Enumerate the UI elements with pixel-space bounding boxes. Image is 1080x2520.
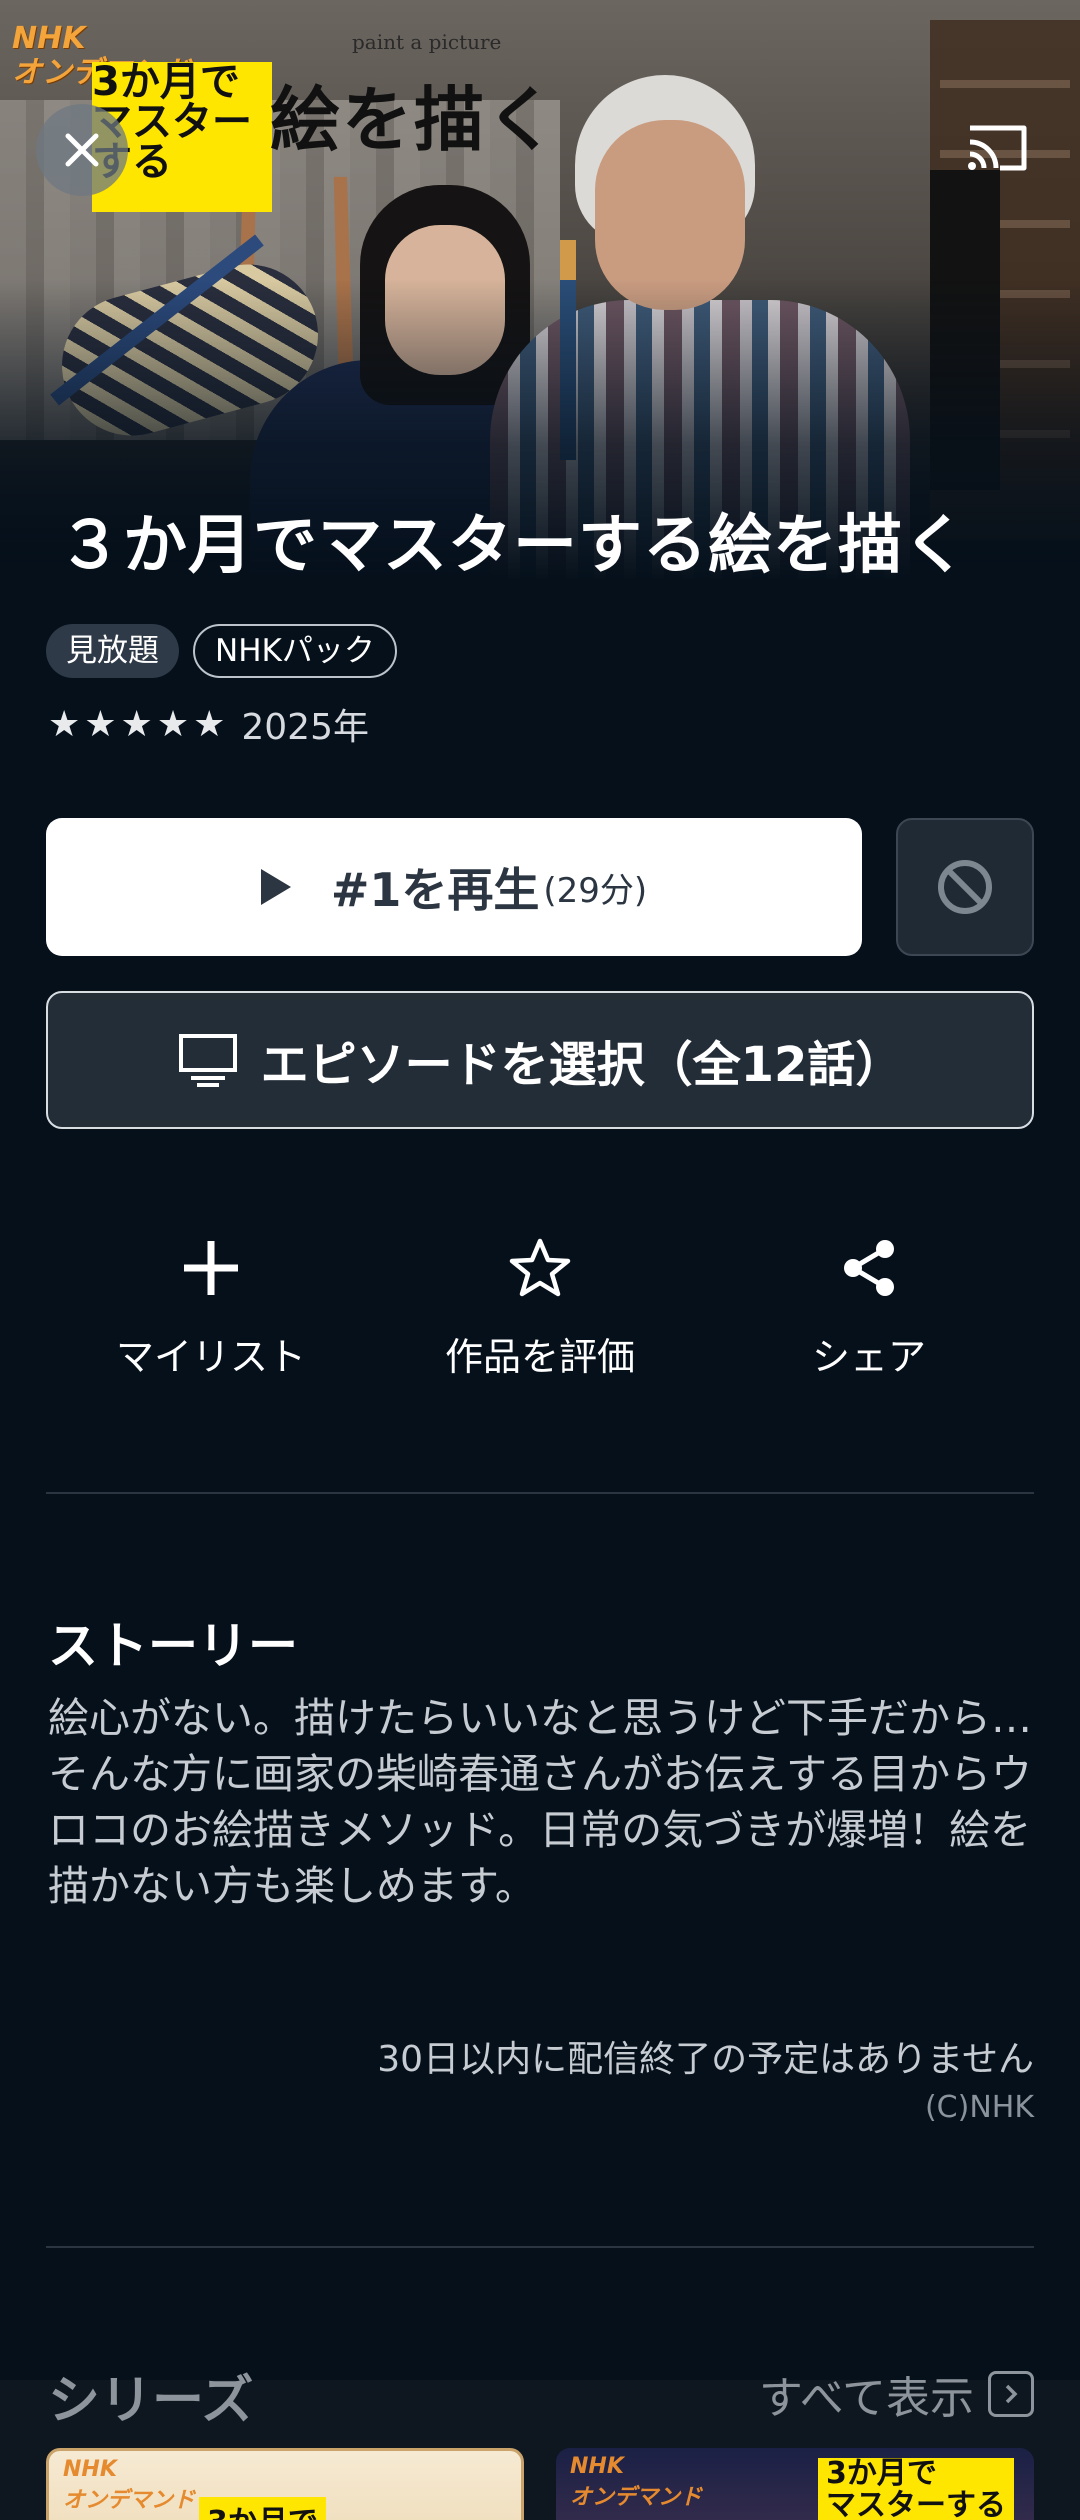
copyright: (C)NHK [924, 2090, 1034, 2125]
series-thumbnail[interactable]: NHK オンデマンド 3か月で [46, 2448, 524, 2520]
tag-unlimited: 見放題 [46, 624, 179, 678]
mylist-label: マイリスト [115, 1335, 306, 1379]
story-body: 絵心がない。描けたらいいなと思うけど下手だから…そんな方に画家の柴崎春通さんがお… [48, 1694, 1032, 1910]
share-button[interactable]: シェア [719, 1228, 1019, 1381]
tag-nhk-pack: NHKパック [193, 624, 397, 678]
action-row: マイリスト 作品を評価 シェア [46, 1228, 1034, 1388]
logo-paint-text: paint a picture [345, 30, 508, 56]
divider [46, 2246, 1034, 2248]
page-title: ３か月でマスターする絵を描く [58, 509, 968, 583]
availability-notice: 30日以内に配信終了の予定はありません [377, 2039, 1034, 2080]
rating-row: ★★★★★ 2025年 [48, 698, 369, 750]
hide-button[interactable] [896, 818, 1034, 956]
episode-select-button[interactable]: エピソードを選択（全12話） [46, 991, 1034, 1129]
close-button[interactable] [36, 104, 128, 196]
see-all-label: すべて表示 [758, 2373, 974, 2424]
play-label: #1を再生 [330, 863, 540, 917]
tag-list: 見放題 NHKパック [46, 624, 397, 678]
play-icon [260, 869, 291, 905]
story-heading: ストーリー [48, 1617, 298, 1675]
share-icon [844, 1240, 894, 1296]
cast-icon [968, 125, 1027, 171]
tv-icon [178, 1034, 237, 1087]
rate-button[interactable]: 作品を評価 [390, 1228, 690, 1381]
thumbnail-title: 3か月で [199, 2497, 326, 2520]
share-label: シェア [811, 1335, 926, 1379]
block-icon [938, 860, 992, 914]
episode-select-label: エピソードを選択（全12話） [260, 1037, 904, 1093]
star-rating: ★★★★★ [48, 703, 230, 745]
release-year: 2025年 [241, 707, 369, 748]
thumbnail-logo: NHK オンデマンド [570, 2454, 703, 2510]
play-button[interactable]: #1を再生 (29分) [46, 818, 862, 956]
close-icon [65, 133, 99, 167]
divider [46, 1492, 1034, 1494]
thumbnail-logo: NHK オンデマンド [63, 2457, 196, 2513]
star-icon [509, 1238, 571, 1297]
cast-button[interactable] [962, 118, 1032, 178]
logo-title-text: 絵を描く [270, 79, 558, 161]
see-all-link[interactable]: すべて表示 [759, 2362, 1034, 2426]
plus-icon [184, 1241, 238, 1295]
series-heading: シリーズ [48, 2371, 254, 2431]
chevron-right-icon [988, 2371, 1034, 2417]
thumbnail-title: 3か月で マスターする [818, 2458, 1014, 2520]
series-thumbnail[interactable]: NHK オンデマンド 3か月で マスターする [556, 2448, 1034, 2520]
rate-label: 作品を評価 [444, 1335, 635, 1379]
mylist-button[interactable]: マイリスト [61, 1228, 361, 1381]
play-duration: (29分) [543, 870, 648, 911]
